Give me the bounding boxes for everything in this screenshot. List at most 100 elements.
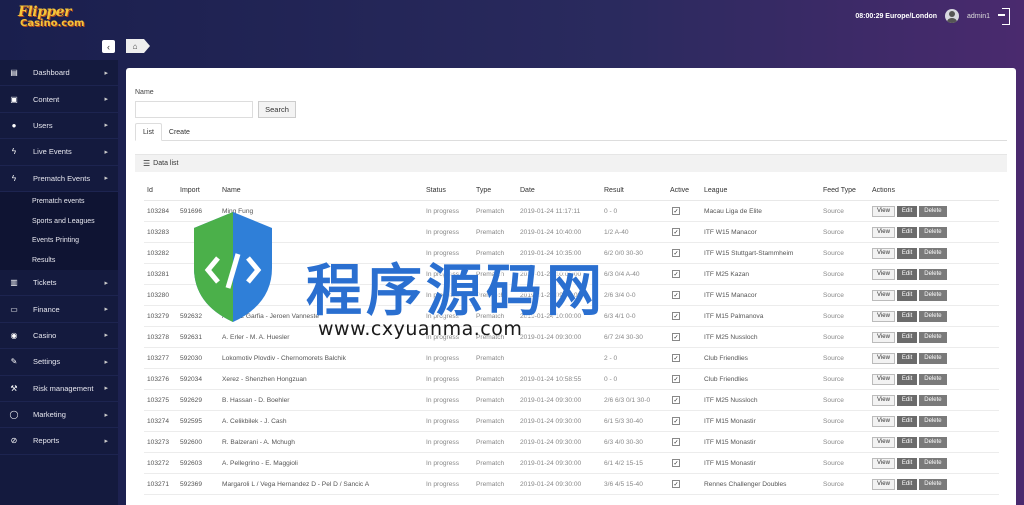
view-button[interactable]: View: [872, 268, 895, 280]
active-checkbox[interactable]: ✓: [672, 312, 680, 320]
edit-button[interactable]: Edit: [896, 268, 918, 280]
delete-button[interactable]: Delete: [919, 247, 947, 259]
tab-create[interactable]: Create: [162, 123, 197, 141]
cell-import: 592632: [180, 312, 203, 320]
active-checkbox[interactable]: ✓: [672, 207, 680, 215]
view-button[interactable]: View: [872, 247, 895, 259]
view-button[interactable]: View: [872, 436, 895, 448]
delete-button[interactable]: Delete: [919, 268, 947, 280]
cell-status: In progress: [426, 333, 459, 341]
view-button[interactable]: View: [872, 226, 895, 238]
active-checkbox[interactable]: ✓: [672, 417, 680, 425]
sidebar-collapse-button[interactable]: ‹: [102, 40, 115, 53]
active-checkbox[interactable]: ✓: [672, 438, 680, 446]
edit-button[interactable]: Edit: [896, 310, 918, 322]
delete-button[interactable]: Delete: [919, 289, 947, 301]
edit-button[interactable]: Edit: [896, 457, 918, 469]
tab-list[interactable]: List: [135, 123, 162, 141]
edit-button[interactable]: Edit: [896, 394, 918, 406]
sidebar-item-casino[interactable]: ◉ Casino ▸: [0, 323, 118, 350]
active-checkbox[interactable]: ✓: [672, 480, 680, 488]
delete-button[interactable]: Delete: [919, 436, 947, 448]
view-button[interactable]: View: [872, 457, 895, 469]
delete-button[interactable]: Delete: [919, 331, 947, 343]
sidebar-item-prematch-events[interactable]: ϟ Prematch Events ▸: [0, 166, 118, 192]
delete-button[interactable]: Delete: [919, 310, 947, 322]
edit-button[interactable]: Edit: [896, 331, 918, 343]
sidebar-subitem-prematch-events[interactable]: Prematch events: [0, 191, 118, 212]
tabs: List Create: [135, 123, 197, 141]
sidebar-item-live-events[interactable]: ϟ Live Events ▸: [0, 139, 118, 166]
view-button[interactable]: View: [872, 394, 895, 406]
sidebar-item-settings[interactable]: ✎ Settings ▸: [0, 349, 118, 376]
edit-button[interactable]: Edit: [896, 247, 918, 259]
active-checkbox[interactable]: ✓: [672, 396, 680, 404]
avatar-icon[interactable]: [945, 9, 960, 23]
sidebar-item-label: Users: [33, 120, 53, 130]
cell-id: 103273: [147, 438, 170, 446]
flipper-casino-logo[interactable]: Flipper Casino.com: [18, 5, 98, 30]
view-button[interactable]: View: [872, 205, 895, 217]
active-checkbox[interactable]: ✓: [672, 459, 680, 467]
edit-button[interactable]: Edit: [896, 436, 918, 448]
view-button[interactable]: View: [872, 373, 895, 385]
active-checkbox[interactable]: ✓: [672, 228, 680, 236]
sidebar-subitem-sports-and-leagues[interactable]: Sports and Leagues: [0, 211, 118, 231]
chevron-right-icon: ▸: [104, 69, 108, 77]
cell-date: 2019-01-24 10:40:00: [520, 228, 582, 236]
cell-league: ITF M15 Monastir: [704, 417, 756, 425]
view-button[interactable]: View: [872, 478, 895, 490]
sidebar-item-finance[interactable]: ▭ Finance ▸: [0, 296, 118, 323]
edit-button[interactable]: Edit: [896, 373, 918, 385]
cell-actions: View Edit Delete: [872, 373, 999, 385]
edit-button[interactable]: Edit: [896, 226, 918, 238]
view-button[interactable]: View: [872, 331, 895, 343]
cell-league: Rennes Challenger Doubles: [704, 480, 787, 488]
view-button[interactable]: View: [872, 352, 895, 364]
home-icon[interactable]: ⌂: [126, 39, 144, 53]
sidebar-item-risk-management[interactable]: ⚒ Risk management ▸: [0, 376, 118, 402]
delete-button[interactable]: Delete: [919, 457, 947, 469]
delete-button[interactable]: Delete: [919, 205, 947, 217]
chat-icon: ◯: [9, 410, 19, 420]
sidebar-item-tickets[interactable]: ▥ Tickets ▸: [0, 270, 118, 297]
cell-status: In progress: [426, 396, 459, 404]
delete-button[interactable]: Delete: [919, 373, 947, 385]
view-button[interactable]: View: [872, 310, 895, 322]
delete-button[interactable]: Delete: [919, 352, 947, 364]
edit-button[interactable]: Edit: [896, 289, 918, 301]
active-checkbox[interactable]: ✓: [672, 333, 680, 341]
active-checkbox[interactable]: ✓: [672, 249, 680, 257]
name-filter-input[interactable]: [135, 101, 253, 118]
sidebar-item-reports[interactable]: ⊘ Reports ▸: [0, 428, 118, 455]
delete-button[interactable]: Delete: [919, 394, 947, 406]
cell-type: Prematch: [476, 459, 505, 467]
cell-active: ✓: [670, 459, 704, 467]
edit-button[interactable]: Edit: [896, 205, 918, 217]
search-button[interactable]: Search: [258, 101, 296, 118]
sidebar-item-users[interactable]: ● Users ▸: [0, 113, 118, 140]
sidebar-subitem-events-printing[interactable]: Events Printing: [0, 230, 118, 251]
delete-button[interactable]: Delete: [919, 415, 947, 427]
sidebar-item-label: Content: [33, 94, 60, 104]
delete-button[interactable]: Delete: [919, 478, 947, 490]
cell-result: 6/7 2/4 30-30: [604, 333, 643, 341]
user-name[interactable]: admin1: [967, 13, 990, 20]
active-checkbox[interactable]: ✓: [672, 354, 680, 362]
sidebar-item-marketing[interactable]: ◯ Marketing ▸: [0, 402, 118, 429]
delete-button[interactable]: Delete: [919, 226, 947, 238]
sidebar-item-content[interactable]: ▣ Content ▸: [0, 86, 118, 113]
sidebar-subitem-results[interactable]: Results: [0, 250, 118, 270]
active-checkbox[interactable]: ✓: [672, 375, 680, 383]
sidebar-item-dashboard[interactable]: ▤ Dashboard ▸: [0, 60, 118, 87]
view-button[interactable]: View: [872, 415, 895, 427]
edit-button[interactable]: Edit: [896, 415, 918, 427]
view-button[interactable]: View: [872, 289, 895, 301]
edit-button[interactable]: Edit: [896, 478, 918, 490]
active-checkbox[interactable]: ✓: [672, 291, 680, 299]
active-checkbox[interactable]: ✓: [672, 270, 680, 278]
column-header: Name: [222, 187, 241, 194]
logout-icon[interactable]: [998, 8, 1010, 25]
cell-import: 591696: [180, 207, 203, 215]
edit-button[interactable]: Edit: [896, 352, 918, 364]
